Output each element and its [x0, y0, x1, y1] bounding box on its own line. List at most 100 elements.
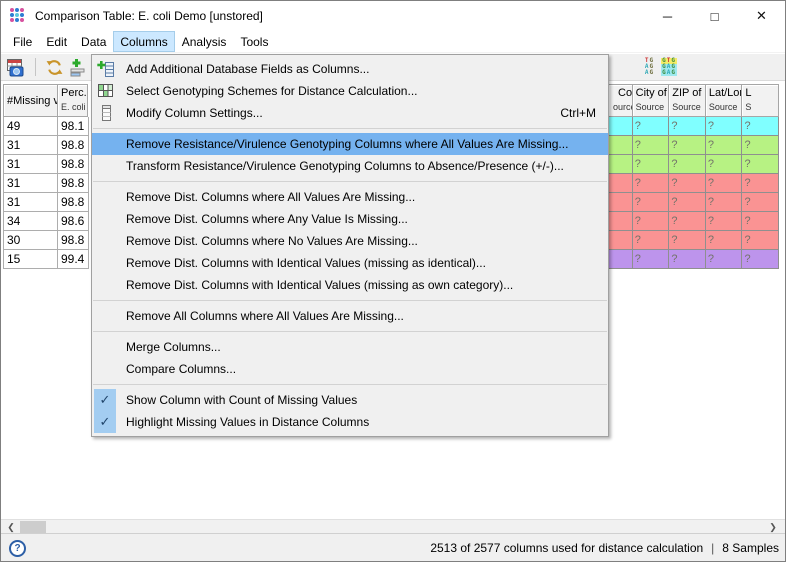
percentage-cell[interactable]: 98.6 — [58, 212, 89, 231]
menu-item-modify-column-settings[interactable]: Modify Column Settings... Ctrl+M — [92, 102, 608, 124]
value-cell[interactable] — [609, 212, 633, 231]
sequence-alignment-icon[interactable]: TG AG AG — [644, 58, 655, 76]
missing-value-cell[interactable]: ? — [706, 250, 743, 269]
value-cell[interactable] — [609, 231, 633, 250]
missing-value-cell[interactable]: ? — [742, 231, 779, 250]
missing-value-cell[interactable]: ? — [633, 193, 670, 212]
menubar-item-file[interactable]: File — [6, 31, 39, 52]
missing-value-cell[interactable]: ? — [742, 174, 779, 193]
missing-count-cell[interactable]: 34 — [3, 212, 58, 231]
missing-value-cell[interactable]: ? — [669, 193, 706, 212]
value-cell[interactable] — [609, 136, 633, 155]
column-header-latlong[interactable]: Lat/Long Source — [706, 84, 743, 117]
menu-item-compare-columns[interactable]: Compare Columns... — [92, 358, 608, 380]
horizontal-scrollbar[interactable]: ❮ ❯ — [1, 519, 786, 533]
value-cell[interactable] — [609, 117, 633, 136]
missing-count-cell[interactable]: 49 — [3, 117, 58, 136]
percentage-cell[interactable]: 98.8 — [58, 193, 89, 212]
missing-count-cell[interactable]: 31 — [3, 155, 58, 174]
percentage-cell[interactable]: 98.8 — [58, 231, 89, 250]
missing-value-cell[interactable]: ? — [633, 250, 670, 269]
missing-value-cell[interactable]: ? — [669, 136, 706, 155]
missing-value-cell[interactable]: ? — [706, 212, 743, 231]
missing-value-cell[interactable]: ? — [742, 136, 779, 155]
menu-item-remove-resistance-virulence-missing[interactable]: Remove Resistance/Virulence Genotyping C… — [92, 133, 608, 155]
menu-item-remove-dist-identical-own-category[interactable]: Remove Dist. Columns with Identical Valu… — [92, 274, 608, 296]
missing-value-cell[interactable]: ? — [742, 250, 779, 269]
column-header-partial[interactable]: L S — [742, 84, 779, 117]
missing-value-cell[interactable]: ? — [742, 155, 779, 174]
table-camera-icon[interactable] — [6, 58, 28, 77]
missing-value-cell[interactable]: ? — [633, 212, 670, 231]
menu-item-highlight-missing-values[interactable]: ✓ Highlight Missing Values in Distance C… — [92, 411, 608, 433]
column-header-missing-values[interactable]: #Missing v — [3, 84, 58, 117]
value-cell[interactable] — [609, 250, 633, 269]
percentage-cell[interactable]: 98.1 — [58, 117, 89, 136]
close-button[interactable]: ✕ — [738, 1, 785, 31]
table-right-columns: Countr ource City of I Source ZIP of Is … — [609, 84, 779, 269]
percentage-cell[interactable]: 98.8 — [58, 174, 89, 193]
scrollbar-thumb[interactable] — [20, 521, 46, 533]
missing-value-cell[interactable]: ? — [633, 136, 670, 155]
missing-value-cell[interactable]: ? — [742, 193, 779, 212]
menu-item-select-genotyping-schemes[interactable]: Select Genotyping Schemes for Distance C… — [92, 80, 608, 102]
value-cell[interactable] — [609, 174, 633, 193]
menu-item-transform-resistance-virulence[interactable]: Transform Resistance/Virulence Genotypin… — [92, 155, 608, 177]
missing-value-cell[interactable]: ? — [669, 231, 706, 250]
percentage-cell[interactable]: 99.4 — [58, 250, 89, 269]
missing-value-cell[interactable]: ? — [669, 155, 706, 174]
menubar-item-tools[interactable]: Tools — [233, 31, 275, 52]
menu-item-remove-dist-all-missing[interactable]: Remove Dist. Columns where All Values Ar… — [92, 186, 608, 208]
missing-count-cell[interactable]: 30 — [3, 231, 58, 250]
column-header-zip[interactable]: ZIP of Is Source — [669, 84, 706, 117]
help-button[interactable]: ? — [9, 540, 26, 557]
missing-count-cell[interactable]: 15 — [3, 250, 58, 269]
menubar-item-data[interactable]: Data — [74, 31, 113, 52]
menu-item-add-database-fields[interactable]: Add Additional Database Fields as Column… — [92, 58, 608, 80]
menu-item-remove-dist-no-missing[interactable]: Remove Dist. Columns where No Values Are… — [92, 230, 608, 252]
missing-value-cell[interactable]: ? — [669, 117, 706, 136]
missing-value-cell[interactable]: ? — [669, 212, 706, 231]
value-cell[interactable] — [609, 155, 633, 174]
menu-item-merge-columns[interactable]: Merge Columns... — [92, 336, 608, 358]
missing-count-cell[interactable]: 31 — [3, 174, 58, 193]
maximize-button[interactable]: □ — [691, 1, 738, 31]
menu-item-remove-dist-any-missing[interactable]: Remove Dist. Columns where Any Value Is … — [92, 208, 608, 230]
scroll-right-arrow-icon[interactable]: ❯ — [765, 520, 781, 534]
minimize-button[interactable]: ─ — [644, 1, 691, 31]
menu-item-show-missing-count-column[interactable]: ✓ Show Column with Count of Missing Valu… — [92, 389, 608, 411]
missing-value-cell[interactable]: ? — [706, 231, 743, 250]
percentage-cell[interactable]: 98.8 — [58, 155, 89, 174]
scroll-left-arrow-icon[interactable]: ❮ — [3, 520, 19, 534]
sequence-alignment-highlight-icon[interactable]: GTG GAG GAG — [661, 58, 677, 76]
status-bar: ? 2513 of 2577 columns used for distance… — [1, 533, 786, 562]
column-header-label: Perc. — [58, 87, 87, 99]
missing-value-cell[interactable]: ? — [706, 174, 743, 193]
menubar-item-edit[interactable]: Edit — [39, 31, 74, 52]
column-header-city[interactable]: City of I Source — [633, 84, 670, 117]
missing-value-cell[interactable]: ? — [669, 250, 706, 269]
missing-value-cell[interactable]: ? — [742, 212, 779, 231]
refresh-icon[interactable] — [45, 58, 64, 77]
menu-item-remove-all-columns-missing[interactable]: Remove All Columns where All Values Are … — [92, 305, 608, 327]
menu-item-remove-dist-identical-as-identical[interactable]: Remove Dist. Columns with Identical Valu… — [92, 252, 608, 274]
menubar-item-analysis[interactable]: Analysis — [175, 31, 234, 52]
missing-value-cell[interactable]: ? — [633, 117, 670, 136]
column-header-percentage[interactable]: Perc. E. coli — [57, 84, 88, 117]
menubar-item-columns[interactable]: Columns — [113, 31, 174, 52]
missing-value-cell[interactable]: ? — [706, 193, 743, 212]
missing-value-cell[interactable]: ? — [633, 231, 670, 250]
missing-value-cell[interactable]: ? — [669, 174, 706, 193]
percentage-cell[interactable]: 98.8 — [58, 136, 89, 155]
value-cell[interactable] — [609, 193, 633, 212]
column-header-country[interactable]: Countr ource — [609, 84, 633, 117]
column-header-label: City of I — [633, 87, 669, 99]
missing-value-cell[interactable]: ? — [706, 117, 743, 136]
missing-value-cell[interactable]: ? — [633, 174, 670, 193]
missing-count-cell[interactable]: 31 — [3, 136, 58, 155]
missing-value-cell[interactable]: ? — [706, 155, 743, 174]
missing-value-cell[interactable]: ? — [706, 136, 743, 155]
missing-value-cell[interactable]: ? — [633, 155, 670, 174]
missing-value-cell[interactable]: ? — [742, 117, 779, 136]
missing-count-cell[interactable]: 31 — [3, 193, 58, 212]
